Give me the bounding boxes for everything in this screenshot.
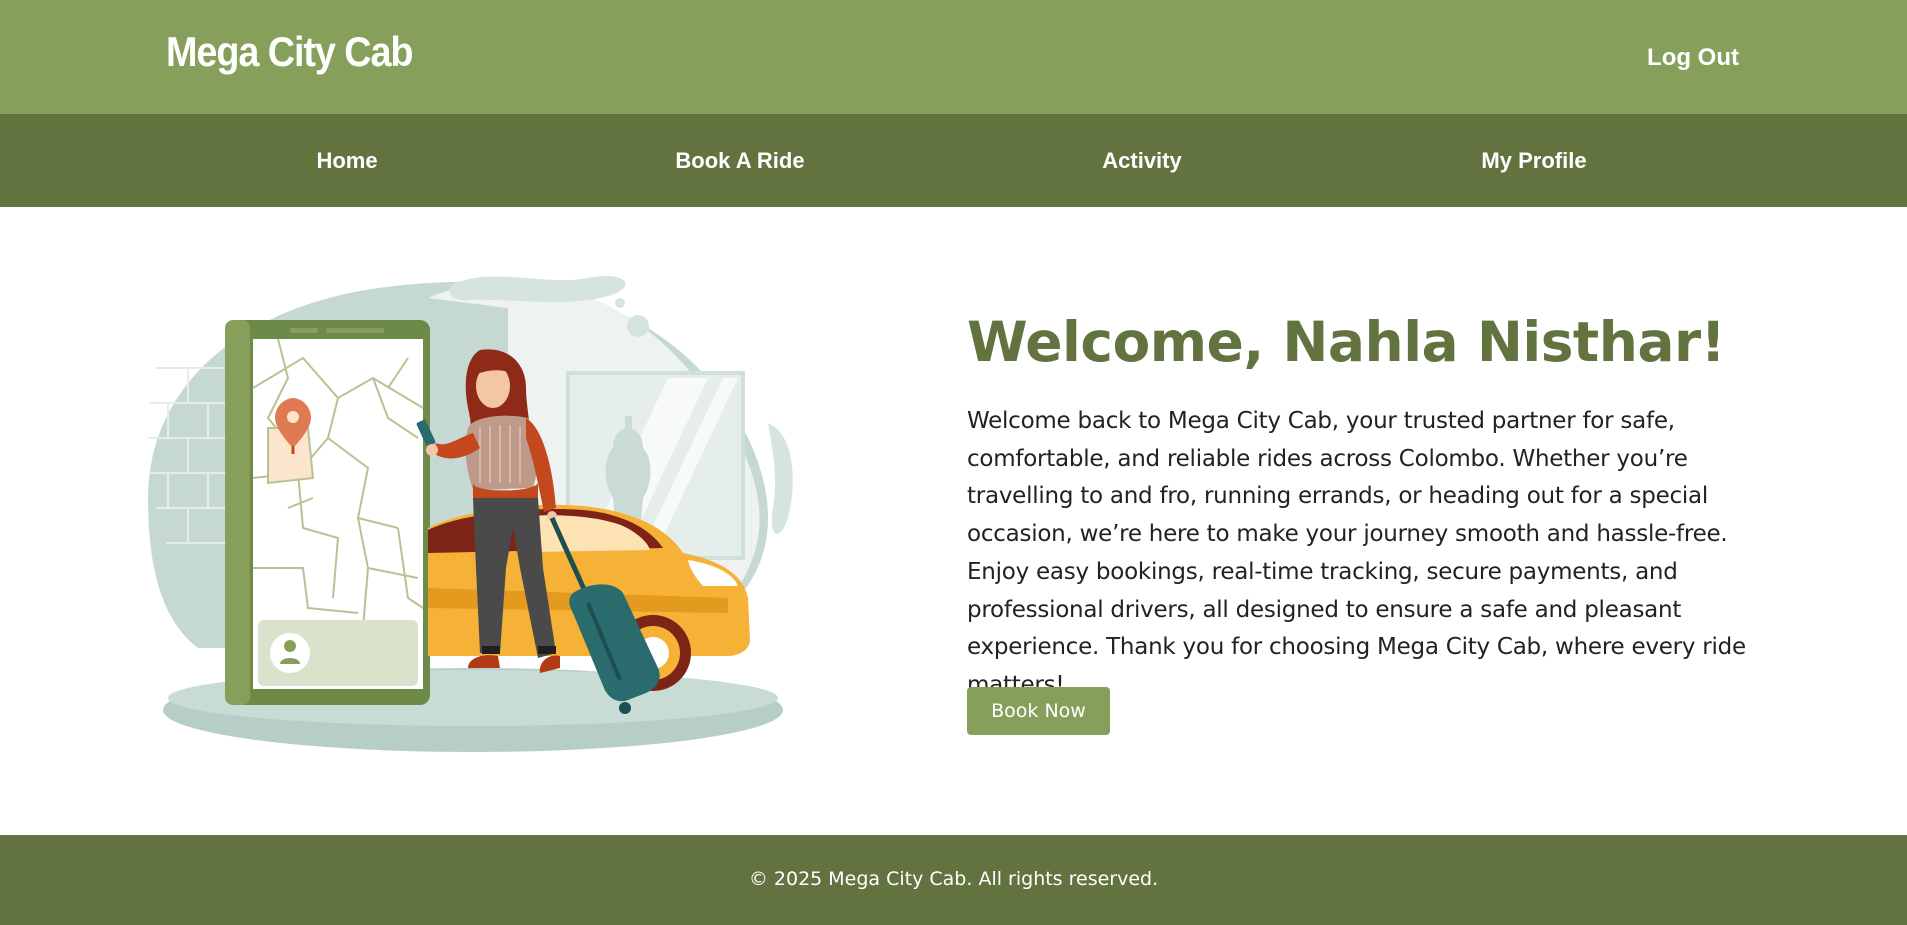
logout-link[interactable]: Log Out [1647,44,1739,72]
user-avatar-icon [284,640,296,652]
brand-logo[interactable]: Mega City Cab [166,28,413,76]
nav-item-my-profile[interactable]: My Profile [1481,148,1586,174]
nav-item-book-a-ride[interactable]: Book A Ride [675,148,804,174]
welcome-description: Welcome back to Mega City Cab, your trus… [967,408,1746,698]
copyright-text: © 2025 Mega City Cab. All rights reserve… [748,868,1159,890]
hero-illustration [148,275,793,752]
top-header: Mega City Cab Log Out [0,0,1907,114]
book-now-button[interactable]: Book Now [967,687,1110,735]
welcome-heading: Welcome, Nahla Nisthar! [967,310,1726,374]
page-footer: © 2025 Mega City Cab. All rights reserve… [0,835,1907,925]
nav-item-activity[interactable]: Activity [1102,148,1181,174]
nav-item-home[interactable]: Home [316,148,377,174]
main-nav: Home Book A Ride Activity My Profile [0,114,1907,207]
